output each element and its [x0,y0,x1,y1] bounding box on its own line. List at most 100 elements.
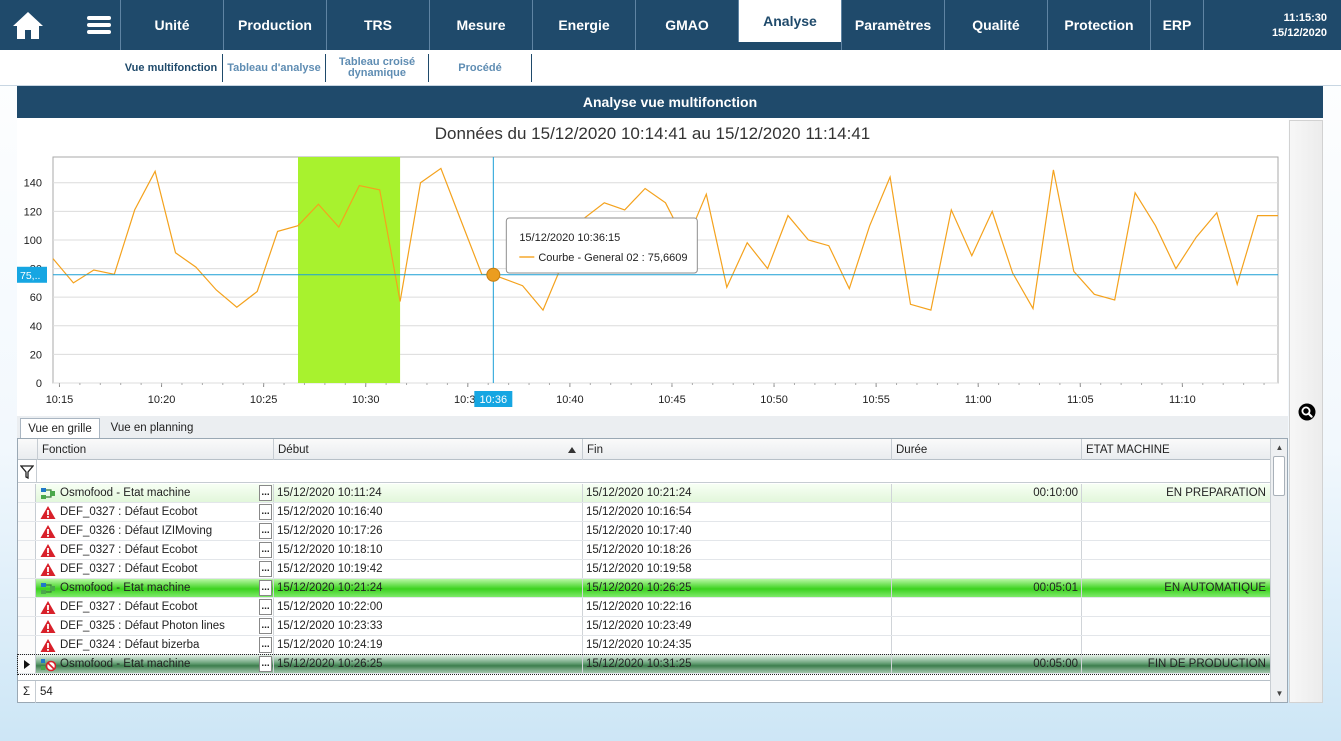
cell-duree: 00:10:00 [891,484,1081,502]
ellipsis-button[interactable]: ... [259,580,272,596]
filter-icon[interactable] [20,465,34,479]
subnav-item-procede[interactable]: Procédé [429,54,532,82]
tab-vue-en-planning[interactable]: Vue en planning [103,418,201,438]
table-row[interactable]: DEF_0325 : Défaut Photon lines... 15/12/2… [18,617,1270,636]
nav-tab-production[interactable]: Production [223,0,326,50]
line-chart[interactable]: 02040608010012014010:1510:2010:2510:3010… [17,118,1288,416]
nav-tab-mesure[interactable]: Mesure [429,0,532,50]
subnav-item-vue-multifonction[interactable]: Vue multifonction [120,54,223,82]
cell-fonction-text: DEF_0327 : Défaut Ecobot [60,563,198,575]
clock: 11:15:30 15/12/2020 [1272,11,1327,41]
row-indicator[interactable] [18,522,36,540]
ellipsis-button[interactable]: ... [259,656,272,672]
table-row[interactable]: DEF_0327 : Défaut Ecobot... 15/12/2020 10… [18,503,1270,522]
menu-button[interactable] [77,0,120,50]
cursor-point[interactable] [486,267,501,282]
ellipsis-button[interactable]: ... [259,637,272,653]
cell-fin: 15/12/2020 10:24:35 [582,636,891,654]
cell-etat-machine: EN PREPARATION [1081,484,1270,502]
nav-tab-protection[interactable]: Protection [1047,0,1150,50]
cell-fin: 15/12/2020 10:26:25 [582,579,891,597]
home-icon [12,12,43,39]
table-row[interactable]: DEF_0327 : Défaut Ecobot... 15/12/2020 10… [18,598,1270,617]
warning-icon [40,543,55,557]
cell-fin: 15/12/2020 10:18:26 [582,541,891,559]
cell-duree [891,617,1081,635]
grid-vertical-scrollbar[interactable]: ▲ ▼ [1270,439,1287,702]
scroll-down-icon[interactable]: ▼ [1271,685,1288,701]
tooltip-value: Courbe - General 02 : 75,6609 [538,252,687,264]
nav-tab-gmao[interactable]: GMAO [635,0,738,50]
warning-icon [40,638,55,652]
home-button[interactable] [0,0,55,50]
subnav-item-tableau-croise-dynamique[interactable]: Tableau croisé dynamique [326,54,429,82]
nav-tab-qualite[interactable]: Qualité [944,0,1047,50]
row-indicator[interactable] [18,655,36,673]
machine-state-stop-icon [40,658,56,671]
y-tick-label: 60 [30,292,42,304]
table-row[interactable]: DEF_0327 : Défaut Ecobot... 15/12/2020 10… [18,560,1270,579]
column-header-debut-label: Début [278,443,309,456]
nav-tab-energie[interactable]: Energie [532,0,635,50]
table-row[interactable]: DEF_0327 : Défaut Ecobot... 15/12/2020 10… [18,541,1270,560]
nav-tab-unite[interactable]: Unité [120,0,223,50]
ellipsis-button[interactable]: ... [259,618,272,634]
table-row[interactable]: Osmofood - Etat machine... 15/12/2020 10:… [18,484,1270,503]
hamburger-icon [86,16,111,34]
scroll-up-icon[interactable]: ▲ [1271,439,1288,455]
row-indicator[interactable] [18,636,36,654]
x-tick-label: 10:55 [862,394,890,406]
cell-fonction: DEF_0326 : Défaut IZIMoving [37,522,272,540]
table-row[interactable]: Osmofood - Etat machine... 15/12/2020 10:… [17,654,1271,675]
ellipsis-button[interactable]: ... [259,561,272,577]
cell-fonction: Osmofood - Etat machine [37,579,272,597]
cell-debut: 15/12/2020 10:21:24 [273,579,582,597]
x-tick-label: 11:00 [965,394,992,406]
tooltip-time: 15/12/2020 10:36:15 [519,232,620,244]
filter-row[interactable] [18,460,1270,483]
ellipsis-button[interactable]: ... [259,542,272,558]
nav-tab-trs[interactable]: TRS [326,0,429,50]
x-tick-label: 10:50 [760,394,788,406]
ellipsis-button[interactable]: ... [259,485,272,501]
row-indicator[interactable] [18,560,36,578]
tab-vue-en-grille[interactable]: Vue en grille [20,418,100,438]
cell-duree: 00:05:01 [891,579,1081,597]
panel-title: Analyse vue multifonction [17,86,1323,118]
zoom-icon[interactable] [1298,403,1316,421]
clock-date: 15/12/2020 [1271,27,1327,39]
cell-debut: 15/12/2020 10:26:25 [273,655,582,673]
column-header-duree[interactable]: Durée [891,439,1081,460]
cell-duree [891,522,1081,540]
ellipsis-button[interactable]: ... [259,523,272,539]
cell-etat-machine [1081,560,1270,578]
row-indicator[interactable] [18,579,36,597]
row-indicator[interactable] [18,617,36,635]
scrollbar-thumb[interactable] [1273,456,1285,496]
ellipsis-button[interactable]: ... [259,504,272,520]
ellipsis-button[interactable]: ... [259,599,272,615]
row-indicator[interactable] [18,503,36,521]
view-tabs: Vue en grille Vue en planning [17,416,1288,438]
cell-fonction: DEF_0327 : Défaut Ecobot [37,503,272,521]
nav-tab-analyse[interactable]: Analyse [738,0,841,42]
subnav-item-tableau-d-analyse[interactable]: Tableau d'analyse [223,54,326,82]
column-header-fin[interactable]: Fin [582,439,891,460]
nav-tab-parametres[interactable]: Paramètres [841,0,944,50]
cell-debut: 15/12/2020 10:17:26 [273,522,582,540]
cell-fonction-text: DEF_0325 : Défaut Photon lines [60,620,225,632]
y-tick-label: 120 [24,206,42,218]
warning-icon [40,619,55,633]
table-row[interactable]: Osmofood - Etat machine... 15/12/2020 10:… [18,579,1270,598]
nav-tab-erp[interactable]: ERP [1150,0,1203,50]
column-header-etat-machine[interactable]: ETAT MACHINE [1081,439,1270,460]
row-indicator[interactable] [18,541,36,559]
column-header-fonction[interactable]: Fonction [37,439,273,460]
table-row[interactable]: DEF_0324 : Défaut bizerba... 15/12/2020 1… [18,636,1270,655]
cell-duree [891,541,1081,559]
row-indicator[interactable] [18,598,36,616]
table-row[interactable]: DEF_0326 : Défaut IZIMoving... 15/12/2020… [18,522,1270,541]
row-indicator[interactable] [18,484,36,502]
column-header-debut[interactable]: Début [273,439,582,460]
cell-fonction: DEF_0327 : Défaut Ecobot [37,541,272,559]
